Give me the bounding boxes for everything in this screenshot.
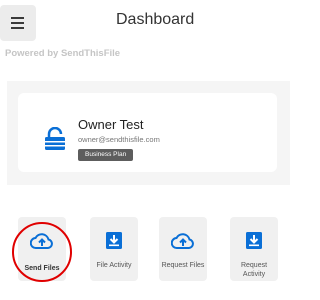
page-title: Dashboard [116, 11, 195, 28]
download-box-icon [246, 232, 262, 249]
file-activity-button[interactable]: File Activity [90, 217, 138, 281]
plan-badge: Business Plan [78, 149, 134, 161]
account-panel: Owner Test owner@sendthisfile.com Busine… [7, 81, 290, 185]
download-box-icon [106, 232, 122, 249]
request-activity-label: Request Activity [240, 262, 268, 278]
menu-button[interactable] [0, 5, 36, 41]
request-files-button[interactable]: Request Files [159, 217, 207, 281]
hamburger-menu-icon [11, 17, 24, 19]
account-name: Owner Test [78, 117, 144, 132]
lock-icon [45, 127, 65, 150]
file-activity-label: File Activity [96, 262, 132, 269]
request-files-label: Request Files [161, 262, 205, 269]
request-activity-button[interactable]: Request Activity [230, 217, 278, 281]
account-email: owner@sendthisfile.com [78, 135, 160, 144]
cloud-upload-icon [171, 233, 194, 249]
highlight-circle [12, 222, 72, 282]
powered-by-text: Powered by SendThisFile [5, 48, 121, 59]
account-card: Owner Test owner@sendthisfile.com Busine… [18, 93, 277, 172]
header-bar: Dashboard [0, 0, 298, 44]
